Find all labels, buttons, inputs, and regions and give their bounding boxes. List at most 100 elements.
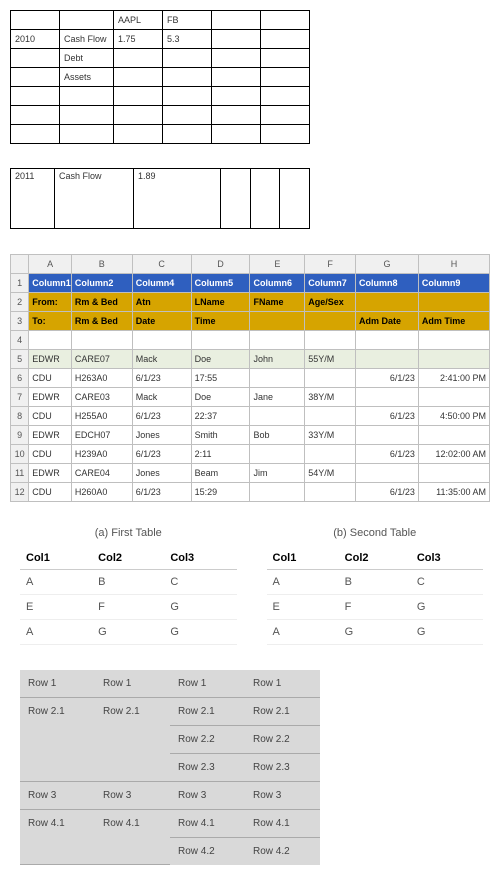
cell-12-B[interactable]: H260A0 — [71, 482, 132, 501]
cell-10-B[interactable]: H239A0 — [71, 444, 132, 463]
hdr-col2[interactable]: Column2 — [71, 273, 132, 292]
cell-5-E[interactable]: John — [250, 349, 305, 368]
from-atn[interactable]: Atn — [132, 292, 191, 311]
hdr-col8[interactable]: Column8 — [356, 273, 419, 292]
from-h[interactable] — [418, 292, 489, 311]
cell-9-D[interactable]: Smith — [191, 425, 250, 444]
cell-7-E[interactable]: Jane — [250, 387, 305, 406]
cell-9-G[interactable] — [356, 425, 419, 444]
from-g[interactable] — [356, 292, 419, 311]
to-admtime[interactable]: Adm Time — [418, 311, 489, 330]
cell-6-B[interactable]: H263A0 — [71, 368, 132, 387]
col-a[interactable]: A — [29, 254, 72, 273]
cell-9-F[interactable]: 33Y/M — [305, 425, 356, 444]
hdr-col6[interactable]: Column6 — [250, 273, 305, 292]
hdr-col7[interactable]: Column7 — [305, 273, 356, 292]
cell-4h[interactable] — [418, 330, 489, 349]
cell-11-H[interactable] — [418, 463, 489, 482]
cell-6-G[interactable]: 6/1/23 — [356, 368, 419, 387]
col-d[interactable]: D — [191, 254, 250, 273]
col-h[interactable]: H — [418, 254, 489, 273]
cell-4d[interactable] — [191, 330, 250, 349]
cell-4g[interactable] — [356, 330, 419, 349]
cell-5-H[interactable] — [418, 349, 489, 368]
cell-8-B[interactable]: H255A0 — [71, 406, 132, 425]
cell-11-G[interactable] — [356, 463, 419, 482]
cell-7-A[interactable]: EDWR — [29, 387, 72, 406]
col-f[interactable]: F — [305, 254, 356, 273]
cell-10-C[interactable]: 6/1/23 — [132, 444, 191, 463]
cell-4b[interactable] — [71, 330, 132, 349]
cell-5-D[interactable]: Doe — [191, 349, 250, 368]
cell-8-F[interactable] — [305, 406, 356, 425]
cell-4e[interactable] — [250, 330, 305, 349]
cell-4a[interactable] — [29, 330, 72, 349]
cell-7-C[interactable]: Mack — [132, 387, 191, 406]
cell-6-E[interactable] — [250, 368, 305, 387]
cell-5-B[interactable]: CARE07 — [71, 349, 132, 368]
to-e[interactable] — [250, 311, 305, 330]
cell-12-F[interactable] — [305, 482, 356, 501]
cell-10-D[interactable]: 2:11 — [191, 444, 250, 463]
cell-12-D[interactable]: 15:29 — [191, 482, 250, 501]
cell-6-C[interactable]: 6/1/23 — [132, 368, 191, 387]
cell-8-D[interactable]: 22:37 — [191, 406, 250, 425]
cell-8-E[interactable] — [250, 406, 305, 425]
cell-8-H[interactable]: 4:50:00 PM — [418, 406, 489, 425]
cell-6-H[interactable]: 2:41:00 PM — [418, 368, 489, 387]
cell-12-E[interactable] — [250, 482, 305, 501]
col-e[interactable]: E — [250, 254, 305, 273]
to-rm[interactable]: Rm & Bed — [71, 311, 132, 330]
cell-7-G[interactable] — [356, 387, 419, 406]
cell-11-C[interactable]: Jones — [132, 463, 191, 482]
cell-9-B[interactable]: EDCH07 — [71, 425, 132, 444]
col-g[interactable]: G — [356, 254, 419, 273]
cell-9-H[interactable] — [418, 425, 489, 444]
cell-7-D[interactable]: Doe — [191, 387, 250, 406]
hdr-col9[interactable]: Column9 — [418, 273, 489, 292]
cell-11-D[interactable]: Beam — [191, 463, 250, 482]
cell-6-D[interactable]: 17:55 — [191, 368, 250, 387]
row-4-gutter[interactable]: 4 — [11, 330, 29, 349]
row-1-gutter[interactable]: 1 — [11, 273, 29, 292]
cell-10-E[interactable] — [250, 444, 305, 463]
cell-5-C[interactable]: Mack — [132, 349, 191, 368]
cell-6-A[interactable]: CDU — [29, 368, 72, 387]
cell-8-A[interactable]: CDU — [29, 406, 72, 425]
row-7-gutter[interactable]: 7 — [11, 387, 29, 406]
to-label[interactable]: To: — [29, 311, 72, 330]
col-b[interactable]: B — [71, 254, 132, 273]
cell-5-G[interactable] — [356, 349, 419, 368]
cell-12-A[interactable]: CDU — [29, 482, 72, 501]
from-rm[interactable]: Rm & Bed — [71, 292, 132, 311]
cell-5-A[interactable]: EDWR — [29, 349, 72, 368]
cell-10-G[interactable]: 6/1/23 — [356, 444, 419, 463]
row-8-gutter[interactable]: 8 — [11, 406, 29, 425]
cell-9-C[interactable]: Jones — [132, 425, 191, 444]
cell-7-F[interactable]: 38Y/M — [305, 387, 356, 406]
to-admdate[interactable]: Adm Date — [356, 311, 419, 330]
row-5-gutter[interactable]: 5 — [11, 349, 29, 368]
cell-4f[interactable] — [305, 330, 356, 349]
cell-5-F[interactable]: 55Y/M — [305, 349, 356, 368]
from-fname[interactable]: FName — [250, 292, 305, 311]
cell-11-F[interactable]: 54Y/M — [305, 463, 356, 482]
cell-8-C[interactable]: 6/1/23 — [132, 406, 191, 425]
from-agesex[interactable]: Age/Sex — [305, 292, 356, 311]
cell-11-B[interactable]: CARE04 — [71, 463, 132, 482]
hdr-col4[interactable]: Column4 — [132, 273, 191, 292]
cell-12-G[interactable]: 6/1/23 — [356, 482, 419, 501]
cell-7-B[interactable]: CARE03 — [71, 387, 132, 406]
sheet-corner[interactable] — [11, 254, 29, 273]
to-date[interactable]: Date — [132, 311, 191, 330]
from-label[interactable]: From: — [29, 292, 72, 311]
row-11-gutter[interactable]: 11 — [11, 463, 29, 482]
cell-10-A[interactable]: CDU — [29, 444, 72, 463]
cell-7-H[interactable] — [418, 387, 489, 406]
row-9-gutter[interactable]: 9 — [11, 425, 29, 444]
row-10-gutter[interactable]: 10 — [11, 444, 29, 463]
cell-6-F[interactable] — [305, 368, 356, 387]
cell-12-H[interactable]: 11:35:00 AM — [418, 482, 489, 501]
from-lname[interactable]: LName — [191, 292, 250, 311]
row-6-gutter[interactable]: 6 — [11, 368, 29, 387]
